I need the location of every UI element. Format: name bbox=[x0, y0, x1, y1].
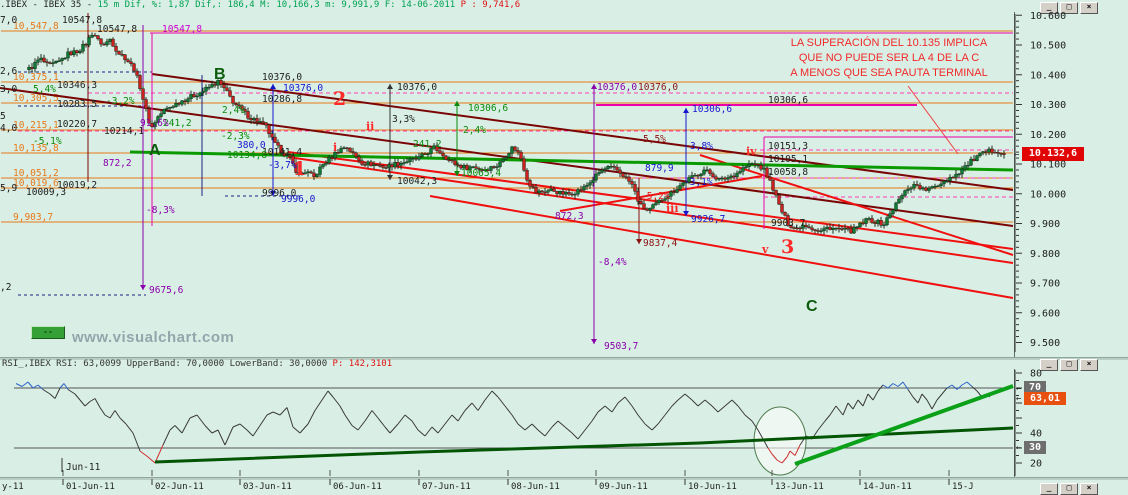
rsi-value-badge: 63,01 bbox=[1024, 392, 1066, 405]
maximize-button[interactable]: □ bbox=[1060, 2, 1078, 14]
rsi-tick-label: 40 bbox=[1030, 429, 1042, 440]
last-price-badge: 10.132,6 bbox=[1022, 147, 1084, 161]
close-button[interactable]: × bbox=[1080, 2, 1098, 14]
rsi-header: RSI_,IBEX RSI: 63,0099 UpperBand: 70,000… bbox=[2, 359, 392, 369]
maximize-button[interactable]: □ bbox=[1060, 359, 1078, 371]
rsi-values: RSI_,IBEX RSI: 63,0099 UpperBand: 70,000… bbox=[2, 359, 333, 369]
price-tick-label: 9.600 bbox=[1030, 308, 1060, 319]
price-tick-label: 10.400 bbox=[1030, 70, 1066, 81]
price-arrow-icon: ← bbox=[1014, 150, 1020, 160]
date-label: 14-Jun-11 bbox=[863, 482, 912, 492]
rsi-tick-label: 20 bbox=[1030, 459, 1042, 470]
date-label: y-11 bbox=[2, 482, 24, 492]
price-tick-label: 10.300 bbox=[1030, 100, 1066, 111]
price-tick-label: 10.500 bbox=[1030, 41, 1066, 52]
date-label: 07-Jun-11 bbox=[422, 482, 471, 492]
date-label: 13-Jun-11 bbox=[775, 482, 824, 492]
close-button[interactable]: × bbox=[1080, 359, 1098, 371]
date-label: 06-Jun-11 bbox=[333, 482, 382, 492]
analyst-note-line: QUE NO PUEDE SER LA 4 DE LA C bbox=[798, 52, 980, 64]
chart-title-bar: .IBEX - IBEX 35 - 15 m Dif, %: 1,87 Dif,… bbox=[0, 0, 1128, 12]
maximize-button[interactable]: □ bbox=[1060, 483, 1078, 495]
minimize-button[interactable]: _ bbox=[1040, 2, 1058, 14]
analyst-note-line: A MENOS QUE SEA PAUTA TERMINAL bbox=[790, 67, 988, 79]
date-label: 03-Jun-11 bbox=[243, 482, 292, 492]
minimize-button[interactable]: _ bbox=[1040, 359, 1058, 371]
visualchart-watermark: www.visualchart.com bbox=[72, 329, 235, 346]
date-label: 01-Jun-11 bbox=[66, 482, 115, 492]
main-window-controls: _ □ × bbox=[1040, 2, 1098, 14]
rsi-arrow-icon: ← bbox=[1016, 384, 1022, 394]
price-tick-label: 9.500 bbox=[1030, 338, 1060, 349]
price-tick-label: 9.700 bbox=[1030, 279, 1060, 290]
price-tick-label: 10.100 bbox=[1030, 160, 1066, 171]
date-label: 08-Jun-11 bbox=[511, 482, 560, 492]
indicator-toggle-button[interactable]: -- bbox=[31, 326, 65, 339]
rsi-arrow-icon: ← bbox=[1016, 394, 1022, 404]
price-tick-label: 9.900 bbox=[1030, 219, 1060, 230]
date-label: 15-J bbox=[952, 482, 974, 492]
analyst-note: LA SUPERACIÓN DEL 10.135 IMPLICA QUE NO … bbox=[763, 36, 1015, 81]
price-tick-label: 10.200 bbox=[1030, 130, 1066, 141]
date-label: 09-Jun-11 bbox=[599, 482, 648, 492]
date-label: 02-Jun-11 bbox=[155, 482, 204, 492]
rsi-previous: P: 142,3101 bbox=[332, 359, 393, 369]
rsi-plot[interactable] bbox=[0, 369, 1015, 477]
visual-chart-window: .IBEX - IBEX 35 - 15 m Dif, %: 1,87 Dif,… bbox=[0, 0, 1128, 495]
close-button[interactable]: × bbox=[1080, 483, 1098, 495]
rsi-lower-band-badge: 30 bbox=[1024, 441, 1046, 454]
price-tick-label: 10.000 bbox=[1030, 189, 1066, 200]
date-label: 10-Jun-11 bbox=[688, 482, 737, 492]
rsi-arrow-icon: ← bbox=[1016, 443, 1022, 453]
rsi-window-controls: _ □ × bbox=[1040, 359, 1098, 371]
instrument-title: .IBEX - IBEX 35 - bbox=[0, 0, 98, 10]
quote-previous-close: P : 9,741,6 bbox=[460, 0, 521, 10]
quote-info: 15 m Dif, %: 1,87 Dif,: 186,4 M: 10,166,… bbox=[97, 0, 461, 10]
analyst-note-line: LA SUPERACIÓN DEL 10.135 IMPLICA bbox=[790, 37, 988, 49]
date-axis[interactable]: y-11 01-Jun-11 02-Jun-11 03-Jun-11 06-Jun-11… bbox=[0, 479, 1128, 495]
minimize-button[interactable]: _ bbox=[1040, 483, 1058, 495]
date-window-controls: _ □ × bbox=[1040, 483, 1098, 495]
price-tick-label: 9.800 bbox=[1030, 249, 1060, 260]
